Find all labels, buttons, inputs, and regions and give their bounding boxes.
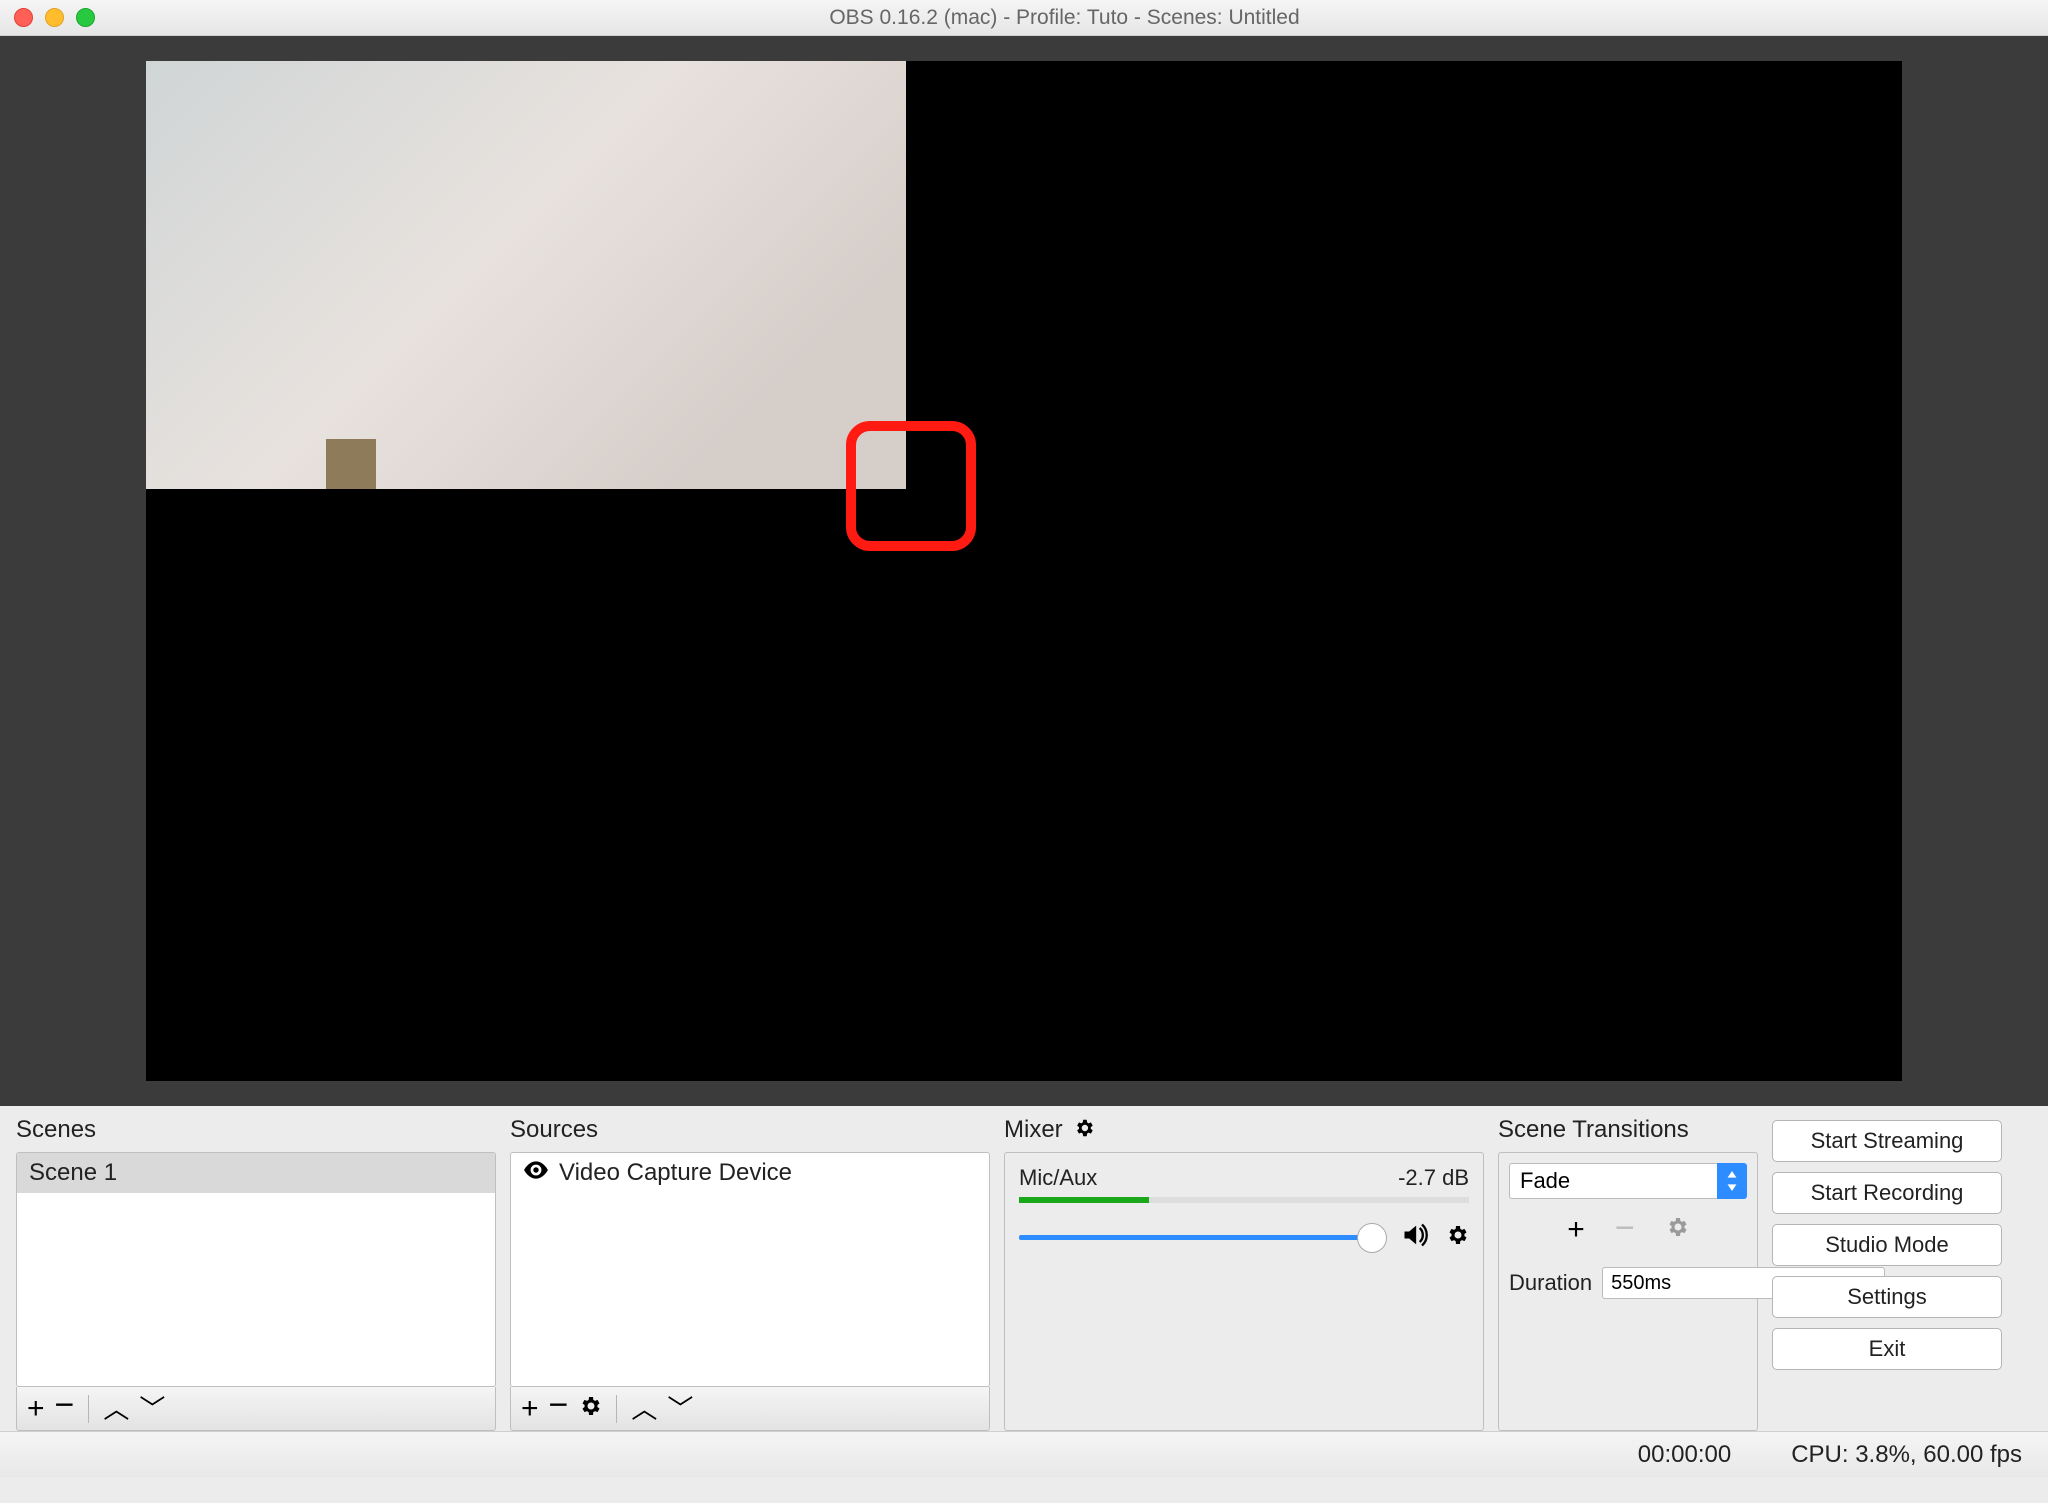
sources-toolbar: + − ︿ ﹀	[510, 1387, 990, 1431]
preview-container[interactable]	[146, 61, 1902, 1081]
status-time: 00:00:00	[1638, 1441, 1731, 1469]
window-titlebar: OBS 0.16.2 (mac) - Profile: Tuto - Scene…	[0, 0, 2048, 36]
studio-mode-button[interactable]: Studio Mode	[1772, 1224, 2002, 1266]
sources-list[interactable]: Video Capture Device	[510, 1152, 990, 1387]
transitions-box: Fade + − Duration ▴ ▾	[1498, 1152, 1758, 1431]
scenes-panel: Scenes Scene 1 + − ︿ ﹀	[16, 1116, 496, 1431]
source-item-label: Video Capture Device	[559, 1159, 792, 1187]
maximize-icon[interactable]	[76, 8, 95, 27]
speaker-icon[interactable]	[1401, 1223, 1429, 1252]
mixer-panel: Mixer Mic/Aux -2.7 dB	[1004, 1116, 1484, 1431]
scene-item-label: Scene 1	[29, 1159, 117, 1187]
exit-button[interactable]: Exit	[1772, 1328, 2002, 1370]
source-settings-button[interactable]	[578, 1394, 602, 1423]
source-up-button[interactable]: ︿	[631, 1396, 657, 1422]
scene-item[interactable]: Scene 1	[17, 1153, 495, 1193]
window-controls	[14, 8, 95, 27]
add-source-button[interactable]: +	[521, 1394, 539, 1424]
preview-area	[0, 36, 2048, 1106]
scene-down-button[interactable]: ﹀	[139, 1396, 165, 1422]
mixer-channel-row: Mic/Aux -2.7 dB	[1019, 1165, 1469, 1191]
transition-buttons: + −	[1509, 1215, 1747, 1249]
sources-panel: Sources Video Capture Device + − ︿ ﹀	[510, 1116, 990, 1431]
mixer-channel-level: -2.7 dB	[1398, 1165, 1469, 1191]
status-cpu: CPU: 3.8%, 60.00 fps	[1791, 1441, 2022, 1469]
source-down-button[interactable]: ﹀	[667, 1396, 693, 1422]
transition-select[interactable]: Fade	[1509, 1163, 1747, 1199]
remove-source-button[interactable]: −	[549, 1388, 569, 1422]
transitions-title: Scene Transitions	[1498, 1116, 1758, 1144]
mixer-channel-settings-button[interactable]	[1445, 1223, 1469, 1252]
select-arrows-icon	[1717, 1163, 1747, 1199]
close-icon[interactable]	[14, 8, 33, 27]
status-bar: 00:00:00 CPU: 3.8%, 60.00 fps	[0, 1431, 2048, 1477]
mixer-volume-slider[interactable]	[1019, 1235, 1385, 1240]
duration-row: Duration ▴ ▾	[1509, 1267, 1747, 1299]
remove-scene-button[interactable]: −	[55, 1388, 75, 1422]
mixer-slider-row	[1019, 1223, 1469, 1252]
mixer-channel-name: Mic/Aux	[1019, 1165, 1097, 1191]
transition-settings-button[interactable]	[1665, 1215, 1689, 1249]
start-streaming-button[interactable]: Start Streaming	[1772, 1120, 2002, 1162]
source-item[interactable]: Video Capture Device	[511, 1153, 989, 1193]
mixer-title: Mixer	[1004, 1116, 1063, 1144]
control-buttons: Start Streaming Start Recording Studio M…	[1772, 1116, 2002, 1431]
add-transition-button[interactable]: +	[1567, 1215, 1585, 1249]
scenes-toolbar: + − ︿ ﹀	[16, 1387, 496, 1431]
mixer-title-row: Mixer	[1004, 1116, 1484, 1144]
resize-handle-annotation	[846, 421, 976, 551]
mixer-meter	[1019, 1197, 1469, 1203]
mixer-box: Mic/Aux -2.7 dB	[1004, 1152, 1484, 1431]
mixer-settings-button[interactable]	[1073, 1117, 1095, 1144]
scenes-title: Scenes	[16, 1116, 496, 1144]
video-capture-source-preview[interactable]	[146, 61, 906, 489]
scenes-list[interactable]: Scene 1	[16, 1152, 496, 1387]
duration-label: Duration	[1509, 1270, 1592, 1296]
minimize-icon[interactable]	[45, 8, 64, 27]
settings-button[interactable]: Settings	[1772, 1276, 2002, 1318]
visibility-eye-icon[interactable]	[523, 1159, 549, 1187]
add-scene-button[interactable]: +	[27, 1394, 45, 1424]
transition-select-value: Fade	[1509, 1163, 1717, 1199]
start-recording-button[interactable]: Start Recording	[1772, 1172, 2002, 1214]
sources-title: Sources	[510, 1116, 990, 1144]
bottom-panels: Scenes Scene 1 + − ︿ ﹀ Sources Video Cap…	[0, 1106, 2048, 1431]
transitions-panel: Scene Transitions Fade + − Duration ▴	[1498, 1116, 1758, 1431]
window-title: OBS 0.16.2 (mac) - Profile: Tuto - Scene…	[95, 6, 2034, 30]
remove-transition-button[interactable]: −	[1615, 1211, 1635, 1245]
scene-up-button[interactable]: ︿	[103, 1396, 129, 1422]
